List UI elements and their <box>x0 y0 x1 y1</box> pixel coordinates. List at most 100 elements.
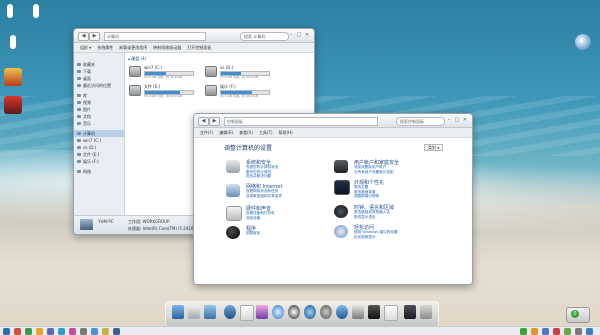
taskbar-app-icon[interactable] <box>69 328 76 335</box>
category-link[interactable]: 卸载程序 <box>246 231 260 236</box>
category-link[interactable]: 添加设备 <box>246 216 260 221</box>
desktop-icon-3[interactable] <box>10 35 16 49</box>
menu-help[interactable]: 帮助(H) <box>279 130 293 136</box>
nav-drive-f[interactable]: 娱乐 (F:) <box>74 158 124 165</box>
tray-app-icon[interactable] <box>575 328 582 335</box>
drive-f[interactable]: 娱乐 (F:) 21.1 GB 可用，共 58.0 GB <box>205 83 275 99</box>
cmd-open-control-panel[interactable]: 打开控制面板 <box>187 45 211 51</box>
category-link[interactable]: 更改显示语言 <box>354 215 376 220</box>
nav-drive-d[interactable]: vs (D:) <box>74 144 124 151</box>
tray-app-icon[interactable] <box>564 328 571 335</box>
explorer-titlebar[interactable]: ◀ ▶ 计算机 搜索 计算机 – □ ✕ <box>74 29 314 43</box>
drive-d[interactable]: vs (D:) 23.6 GB 可用，共 40.0 GB <box>205 64 275 80</box>
category-network[interactable]: 网络和 Internet 查看网络状态和任务 选择家庭组和共享选项 <box>226 183 346 205</box>
nav-desktop[interactable]: 桌面 <box>74 75 124 82</box>
mail-icon[interactable] <box>188 305 200 319</box>
nav-videos[interactable]: 视频 <box>74 99 124 106</box>
menu-tools[interactable]: 工具(T) <box>259 130 273 136</box>
cmd-uninstall[interactable]: 卸载或更改程序 <box>119 45 147 51</box>
taskbar-app-icon[interactable] <box>36 328 43 335</box>
terminal-icon[interactable] <box>368 305 380 319</box>
calendar-icon[interactable] <box>240 305 254 321</box>
nav-pictures[interactable]: 图片 <box>74 106 124 113</box>
nav-favorites[interactable]: 收藏夹 <box>74 61 124 68</box>
taskbar-app-icon[interactable] <box>47 328 54 335</box>
desktop-icon-2[interactable] <box>33 4 39 18</box>
maximize-button[interactable]: □ <box>454 117 460 123</box>
nav-libraries[interactable]: 库 <box>74 92 124 99</box>
taskbar-app-icon[interactable] <box>113 328 120 335</box>
nav-downloads[interactable]: 下载 <box>74 68 124 75</box>
category-link[interactable]: 查找并解决问题 <box>246 174 271 179</box>
nav-drive-e[interactable]: 文件 (E:) <box>74 151 124 158</box>
menu-file[interactable]: 文件(F) <box>200 130 213 136</box>
tools-icon[interactable] <box>352 305 364 319</box>
view-by-dropdown[interactable]: 类别 ▾ <box>424 144 444 151</box>
category-link[interactable]: 优化视频显示 <box>354 235 376 240</box>
desktop-icon-4[interactable] <box>4 68 22 86</box>
category-link[interactable]: 调整屏幕分辨率 <box>354 194 379 199</box>
cmd-system-properties[interactable]: 系统属性 <box>97 45 113 51</box>
tray-network-icon[interactable] <box>520 328 527 335</box>
forward-button[interactable]: ▶ <box>89 32 100 41</box>
tray-widget[interactable]: 0 <box>566 307 590 323</box>
explorer-address-bar[interactable]: 计算机 <box>104 32 206 41</box>
nav-computer[interactable]: 计算机 <box>74 130 124 137</box>
category-link[interactable]: 为所有用户设置家长控制 <box>354 170 394 175</box>
finder-icon[interactable] <box>172 305 184 319</box>
nav-drive-c[interactable]: win7 (C:) <box>74 137 124 144</box>
category-link[interactable]: 选择家庭组和共享选项 <box>246 194 282 199</box>
desktop-icon-5[interactable] <box>4 96 22 114</box>
close-button[interactable]: ✕ <box>304 32 310 38</box>
cmd-map-drive[interactable]: 映射网络驱动器 <box>153 45 181 51</box>
control-panel-titlebar[interactable]: ◀ ▶ 控制面板 搜索控制面板 – □ ✕ <box>194 114 472 128</box>
menu-edit[interactable]: 编辑(E) <box>219 130 233 136</box>
tray-security-icon[interactable] <box>553 328 560 335</box>
trash-icon[interactable] <box>404 305 416 319</box>
explorer-search-input[interactable]: 搜索 计算机 <box>240 32 289 41</box>
tray-ime-icon[interactable] <box>542 328 549 335</box>
home-icon[interactable] <box>224 305 236 319</box>
network-icon[interactable] <box>336 305 348 319</box>
taskbar-app-icon[interactable] <box>58 328 65 335</box>
tray-app-icon[interactable] <box>586 328 593 335</box>
forward-button[interactable]: ▶ <box>209 117 220 126</box>
taskbar-app-icon[interactable] <box>91 328 98 335</box>
drive-e[interactable]: 文件 (E:) 15.9 GB 可用，共 60.0 GB <box>129 83 199 99</box>
category-appearance[interactable]: 外观和个性化 更改主题 更改桌面背景 调整屏幕分辨率 <box>334 179 454 201</box>
tray-volume-icon[interactable] <box>531 328 538 335</box>
taskbar-app-icon[interactable] <box>25 328 32 335</box>
back-button[interactable]: ◀ <box>198 117 209 126</box>
document-icon[interactable] <box>384 305 398 321</box>
category-clock-language[interactable]: 时钟、语言和区域 更改键盘或其他输入法 更改显示语言 <box>334 204 454 226</box>
maximize-button[interactable]: □ <box>296 32 302 38</box>
control-panel-window[interactable]: ◀ ▶ 控制面板 搜索控制面板 – □ ✕ 文件(F) 编辑(E) 查看(V) … <box>193 113 473 285</box>
nav-documents[interactable]: 文档 <box>74 113 124 120</box>
browser-icon[interactable] <box>272 305 284 319</box>
category-programs[interactable]: 程序 卸载程序 <box>226 225 346 247</box>
hard-disks-header[interactable]: ▴ 硬盘 (4) <box>128 56 146 61</box>
taskbar-app-icon[interactable] <box>14 328 21 335</box>
desktop-icon-1[interactable] <box>7 4 13 18</box>
nav-music[interactable]: 音乐 <box>74 120 124 127</box>
cmd-organize[interactable]: 组织 ▾ <box>80 45 91 51</box>
cp-address-bar[interactable]: 控制面板 <box>224 117 378 126</box>
chat-icon[interactable] <box>288 305 300 319</box>
minimize-button[interactable]: – <box>446 117 452 123</box>
menu-view[interactable]: 查看(V) <box>239 130 253 136</box>
category-user-accounts[interactable]: 用户帐户和家庭安全 添加或删除用户帐户 为所有用户设置家长控制 <box>334 159 454 181</box>
taskbar-app-icon[interactable] <box>80 328 87 335</box>
minimize-button[interactable]: – <box>288 32 294 38</box>
start-icon[interactable] <box>3 328 10 335</box>
category-hardware-sound[interactable]: 硬件和声音 查看设备和打印机 添加设备 <box>226 205 346 227</box>
category-ease-of-access[interactable]: 轻松访问 使用 Windows 建议的设置 优化视频显示 <box>334 224 454 246</box>
cp-search-input[interactable]: 搜索控制面板 <box>396 117 445 126</box>
settings-icon[interactable] <box>320 305 332 319</box>
taskbar-app-icon[interactable] <box>102 328 109 335</box>
nav-recent[interactable]: 最近访问的位置 <box>74 82 124 89</box>
photo-icon[interactable] <box>204 305 216 319</box>
back-button[interactable]: ◀ <box>78 32 89 41</box>
nav-network[interactable]: 网络 <box>74 168 124 175</box>
music-icon[interactable] <box>256 305 268 319</box>
network-globe-icon[interactable] <box>575 34 591 50</box>
